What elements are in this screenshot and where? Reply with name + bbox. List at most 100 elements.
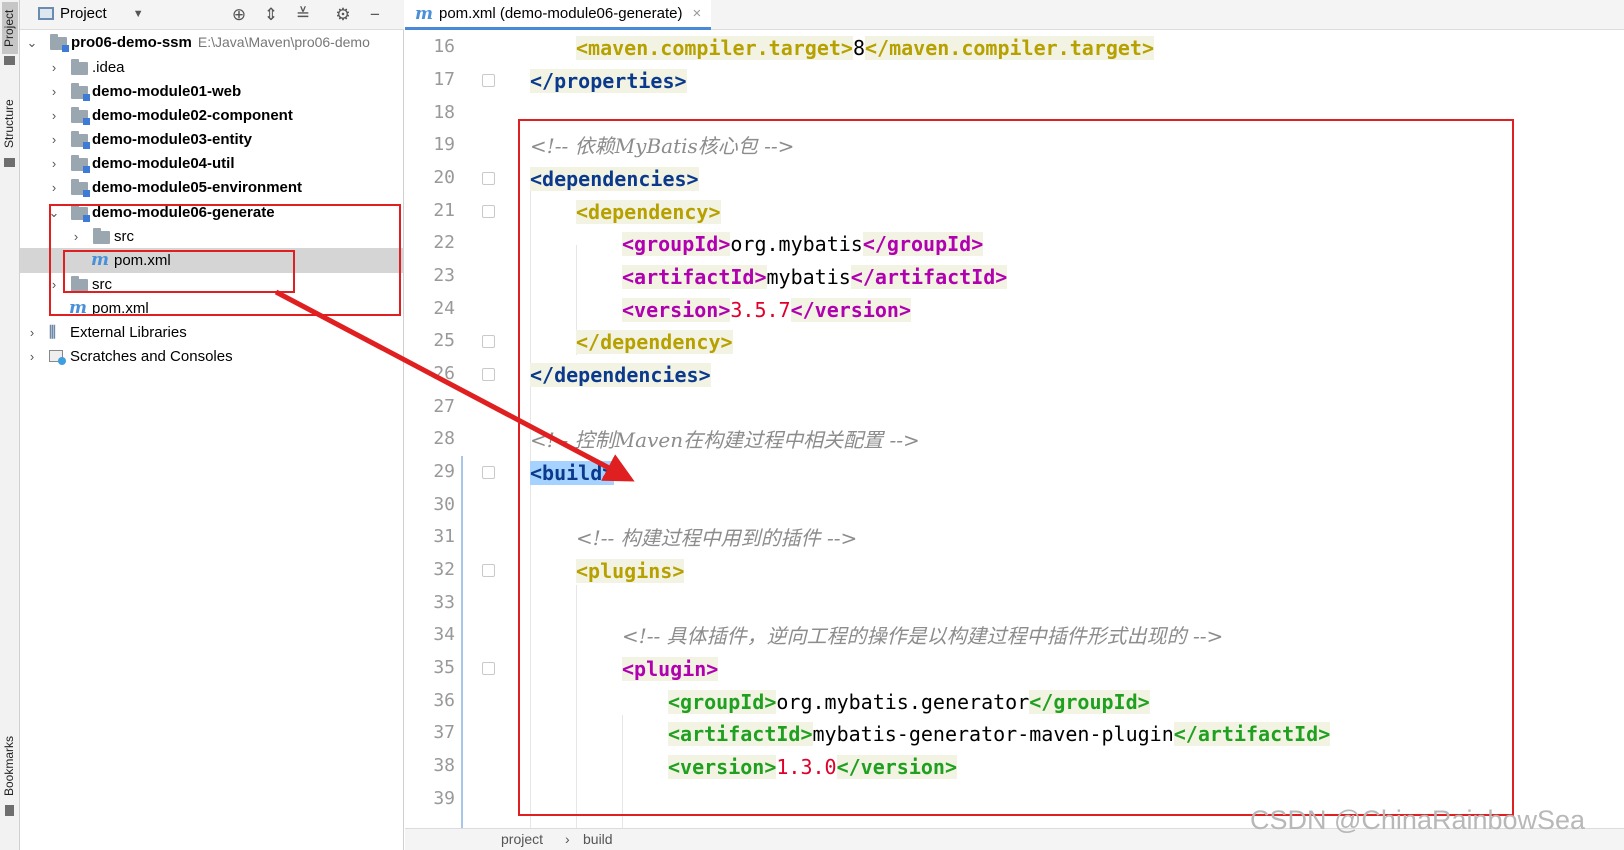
bookmarks-tool-icon[interactable] <box>5 805 14 816</box>
chevron-right-icon[interactable]: › <box>26 344 38 369</box>
xml-open-tag: <version> <box>622 298 731 322</box>
xml-text: mybatis <box>766 265 851 289</box>
tree-item-module01[interactable]: › demo-module01-web <box>20 79 404 104</box>
tree-item-module06-src[interactable]: › src <box>20 224 404 249</box>
code-line-31: <!-- 构建过程中用到的插件 --> <box>576 523 857 553</box>
tree-item-module04[interactable]: › demo-module04-util <box>20 151 404 176</box>
code-area[interactable]: <maven.compiler.target>8</maven.compiler… <box>492 30 1624 828</box>
structure-tool-tab[interactable]: Structure <box>2 94 18 154</box>
tree-item-module02[interactable]: › demo-module02-component <box>20 103 404 128</box>
project-view-icon <box>38 7 54 20</box>
close-icon[interactable]: × <box>692 0 701 28</box>
code-line-20: <dependencies> <box>530 164 699 194</box>
xml-close-tag: </artifactId> <box>1173 722 1331 746</box>
xml-close-tag: </maven.compiler.target> <box>865 36 1154 60</box>
xml-open-tag: <plugin> <box>622 657 719 681</box>
expand-all-icon[interactable]: ⇕ <box>260 4 282 26</box>
chevron-down-icon[interactable]: ⌄ <box>48 200 60 225</box>
tree-item-external-libraries[interactable]: › ⫼ External Libraries <box>20 320 404 345</box>
code-line-37: <artifactId>mybatis-generator-maven-plug… <box>668 719 1331 749</box>
xml-comment: <!-- 依赖MyBatis核心包 --> <box>530 134 795 158</box>
indent-guide <box>576 585 577 828</box>
folder-icon <box>71 59 88 75</box>
collapse-all-icon[interactable]: ≚ <box>292 4 314 26</box>
line-number: 36 <box>433 690 455 711</box>
tree-item-scratches[interactable]: › Scratches and Consoles <box>20 344 404 369</box>
code-line-19: <!-- 依赖MyBatis核心包 --> <box>530 131 794 161</box>
tree-item-module06[interactable]: ⌄ demo-module06-generate <box>20 200 404 225</box>
chevron-right-icon[interactable]: › <box>26 320 38 345</box>
line-number: 37 <box>433 722 455 743</box>
line-number: 34 <box>433 624 455 645</box>
line-number: 24 <box>433 298 455 319</box>
xml-text: 3.5.7 <box>730 298 791 322</box>
line-number: 35 <box>433 657 455 678</box>
code-line-25: </dependency> <box>576 327 733 357</box>
chevron-right-icon[interactable]: › <box>70 224 82 249</box>
chevron-right-icon[interactable]: › <box>48 103 60 128</box>
structure-tool-icon[interactable] <box>4 158 15 167</box>
scratches-icon <box>49 350 66 365</box>
tree-item-label: Scratches and Consoles <box>70 348 233 365</box>
tree-item-label: demo-module04-util <box>92 155 235 172</box>
tree-item-idea[interactable]: › .idea <box>20 55 404 80</box>
xml-open-tag: <groupId> <box>668 690 777 714</box>
module-folder-icon <box>50 34 69 52</box>
chevron-right-icon[interactable]: › <box>48 272 60 297</box>
line-number: 30 <box>433 494 455 515</box>
xml-text: 1.3.0 <box>776 755 837 779</box>
tree-item-module05[interactable]: › demo-module05-environment <box>20 175 404 200</box>
xml-open-tag: <dependency> <box>576 200 721 224</box>
tree-item-module03[interactable]: › demo-module03-entity <box>20 127 404 152</box>
code-line-34: <!-- 具体插件，逆向工程的操作是以构建过程中插件形式出现的 --> <box>622 621 1223 651</box>
locate-icon[interactable]: ⊕ <box>228 4 250 26</box>
editor-area: m pom.xml (demo-module06-generate) × 16 … <box>405 0 1624 850</box>
chevron-right-icon[interactable]: › <box>48 55 60 80</box>
line-number: 33 <box>433 592 455 613</box>
breadcrumb-item-project[interactable]: project <box>501 831 543 847</box>
tree-item-pom[interactable]: m pom.xml <box>20 296 404 321</box>
chevron-right-icon[interactable]: › <box>48 127 60 152</box>
gear-icon[interactable]: ⚙ <box>332 4 354 26</box>
code-line-17: </properties> <box>530 66 687 96</box>
project-view-label: Project <box>60 5 107 22</box>
project-view-selector[interactable]: Project ▼ <box>38 5 144 22</box>
tree-item-label: pro06-demo-ssm E:\Java\Maven\pro06-demo <box>71 34 370 51</box>
code-line-32: <plugins> <box>576 556 685 586</box>
line-number: 21 <box>433 200 455 221</box>
line-number: 22 <box>433 232 455 253</box>
line-number: 23 <box>433 265 455 286</box>
line-number: 18 <box>433 102 455 123</box>
tree-item-module06-pom[interactable]: m pom.xml <box>20 248 404 273</box>
breadcrumb-item-build[interactable]: build <box>583 831 613 847</box>
xml-open-tag: <dependencies> <box>530 167 699 191</box>
watermark: CSDN @ChinaRainbowSea <box>1250 805 1586 835</box>
line-number: 27 <box>433 396 455 417</box>
tab-pom-xml[interactable]: m pom.xml (demo-module06-generate) × <box>405 0 712 30</box>
code-line-38: <version>1.3.0</version> <box>668 752 958 782</box>
chevron-right-icon[interactable]: › <box>48 175 60 200</box>
minimize-icon[interactable]: − <box>364 4 386 26</box>
xml-comment: <!-- 构建过程中用到的插件 --> <box>576 526 858 550</box>
bookmarks-tool-tab[interactable]: Bookmarks <box>2 733 18 799</box>
module-folder-icon <box>71 131 90 149</box>
xml-close-tag: </version> <box>836 755 958 779</box>
tree-item-src[interactable]: › src <box>20 272 404 297</box>
tree-item-root[interactable]: ⌄ pro06-demo-ssm E:\Java\Maven\pro06-demo <box>20 30 404 55</box>
chevron-down-icon[interactable]: ⌄ <box>26 30 38 55</box>
tool-window-strip: Project Structure Bookmarks <box>0 0 20 850</box>
tree-item-label: src <box>92 276 112 293</box>
tree-item-label: pom.xml <box>114 252 171 269</box>
line-number: 20 <box>433 167 455 188</box>
project-tool-tab[interactable]: Project <box>2 2 18 54</box>
xml-close-tag: </version> <box>790 298 912 322</box>
project-tool-icon[interactable] <box>4 56 15 65</box>
tree-item-label: .idea <box>92 59 125 76</box>
maven-file-icon: m <box>91 250 109 270</box>
xml-close-tag: </dependencies> <box>530 363 711 387</box>
xml-comment: <!-- 控制Maven在构建过程中相关配置 --> <box>530 428 920 452</box>
chevron-right-icon[interactable]: › <box>48 151 60 176</box>
xml-close-tag: </properties> <box>530 69 687 93</box>
chevron-right-icon[interactable]: › <box>48 79 60 104</box>
line-number: 32 <box>433 559 455 580</box>
